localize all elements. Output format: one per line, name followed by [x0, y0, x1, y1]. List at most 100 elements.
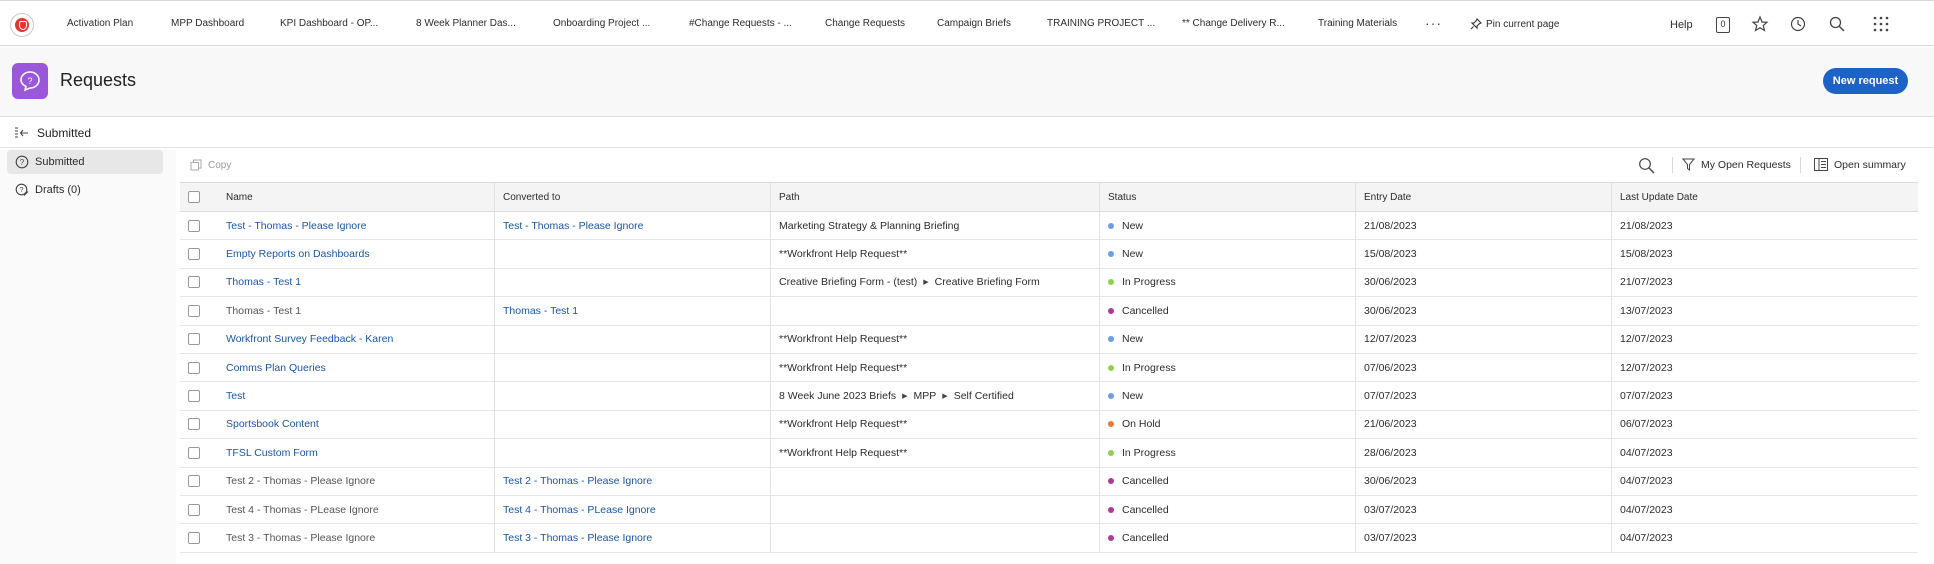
request-name[interactable]: Test - Thomas - Please Ignore — [226, 220, 366, 232]
cell-path — [770, 467, 1099, 495]
path-segment: 8 Week June 2023 Briefs — [779, 390, 897, 403]
column-header-entry-date[interactable]: Entry Date — [1355, 183, 1611, 211]
workfront-logo-icon[interactable] — [10, 13, 34, 37]
column-header-converted-to[interactable]: Converted to — [494, 183, 770, 211]
converted-to-link[interactable]: Thomas - Test 1 — [503, 305, 578, 317]
cell-name[interactable]: Workfront Survey Feedback - Karen — [218, 326, 494, 353]
column-header-last-update-date[interactable]: Last Update Date — [1611, 183, 1918, 211]
collapse-panel-icon[interactable] — [14, 127, 30, 139]
pin-current-page-button[interactable]: Pin current page — [1470, 18, 1559, 30]
search-icon[interactable] — [1828, 15, 1846, 33]
nav-item-onboarding-project[interactable]: Onboarding Project ... — [553, 18, 650, 29]
more-nav-button[interactable]: ··· — [1425, 15, 1442, 31]
requests-table: Name Converted to Path Status Entry Date… — [180, 182, 1918, 553]
row-checkbox[interactable] — [188, 361, 200, 374]
row-checkbox[interactable] — [188, 475, 200, 488]
row-checkbox[interactable] — [188, 276, 200, 289]
table-row[interactable]: Test 3 - Thomas - Please Ignore Test 3 - … — [180, 524, 1918, 553]
table-row[interactable]: Thomas - Test 1 Thomas - Test 1 Cancelled 3… — [180, 297, 1918, 326]
cell-name[interactable]: TFSL Custom Form — [218, 439, 494, 466]
cell-name[interactable]: Test - Thomas - Please Ignore — [218, 212, 494, 239]
table-row[interactable]: Empty Reports on Dashboards **Workfront H… — [180, 240, 1918, 269]
table-row[interactable]: Test 8 Week June 2023 Briefs ▶ MPP ▶ Self Cer… — [180, 382, 1918, 411]
cell-converted-to[interactable]: Test 3 - Thomas - Please Ignore — [494, 524, 770, 552]
row-checkbox[interactable] — [188, 304, 200, 317]
history-icon[interactable] — [1789, 15, 1807, 33]
top-nav: Activation Plan MPP Dashboard KPI Dashbo… — [0, 0, 1934, 46]
column-header-status[interactable]: Status — [1099, 183, 1355, 211]
nav-item-change-delivery[interactable]: ** Change Delivery R... — [1182, 18, 1285, 29]
nav-item-kpi-dashboard[interactable]: KPI Dashboard - OP... — [280, 18, 378, 29]
cell-converted-to[interactable]: Test - Thomas - Please Ignore — [494, 212, 770, 240]
app-grid-icon[interactable] — [1872, 15, 1890, 33]
open-summary-label: Open summary — [1834, 158, 1906, 171]
request-name[interactable]: Comms Plan Queries — [226, 362, 326, 374]
cell-converted-to[interactable]: Thomas - Test 1 — [494, 297, 770, 325]
cell-name[interactable]: Test — [218, 382, 494, 409]
table-row[interactable]: Comms Plan Queries **Workfront Help Reque… — [180, 353, 1918, 383]
row-checkbox[interactable] — [188, 219, 200, 232]
nav-item-training-materials[interactable]: Training Materials — [1318, 18, 1397, 29]
table-row[interactable]: Thomas - Test 1 Creative Briefing Form - … — [180, 268, 1918, 298]
row-checkbox[interactable] — [188, 248, 200, 261]
toolbar-divider — [1672, 157, 1673, 173]
cell-path — [770, 297, 1099, 325]
cell-converted-to[interactable]: Test 4 - Thomas - PLease Ignore — [494, 495, 770, 524]
request-name[interactable]: Thomas - Test 1 — [226, 276, 301, 288]
row-checkbox[interactable] — [188, 531, 200, 544]
column-header-path[interactable]: Path — [770, 183, 1099, 211]
nav-item-8-week-planner[interactable]: 8 Week Planner Das... — [416, 18, 516, 29]
converted-to-link[interactable]: Test - Thomas - Please Ignore — [503, 220, 643, 232]
row-select-cell — [180, 468, 218, 495]
select-all-checkbox[interactable] — [188, 191, 200, 203]
nav-item-training-project[interactable]: TRAINING PROJECT ... — [1047, 18, 1155, 29]
table-row[interactable]: Workfront Survey Feedback - Karen **Workf… — [180, 325, 1918, 354]
row-checkbox[interactable] — [188, 503, 200, 516]
new-request-button[interactable]: New request — [1823, 68, 1908, 94]
table-row[interactable]: Test 2 - Thomas - Please Ignore Test 2 - … — [180, 467, 1918, 496]
cell-converted-to — [494, 410, 770, 439]
table-row[interactable]: Test - Thomas - Please Ignore Test - Thom… — [180, 212, 1918, 241]
table-row[interactable]: Sportsbook Content **Workfront Help Reque… — [180, 410, 1918, 440]
my-open-requests-filter[interactable]: My Open Requests — [1682, 158, 1791, 171]
sidebar-item-label: Drafts (0) — [35, 184, 81, 196]
request-name[interactable]: Sportsbook Content — [226, 418, 319, 430]
toolbar-divider — [1800, 157, 1801, 173]
notifications-count-icon[interactable]: 0 — [1716, 17, 1730, 33]
sidebar-item-drafts[interactable]: ? Drafts (0) — [7, 178, 163, 202]
nav-item-campaign-briefs[interactable]: Campaign Briefs — [937, 18, 1011, 29]
table-row[interactable]: TFSL Custom Form **Workfront Help Request… — [180, 439, 1918, 468]
row-checkbox[interactable] — [188, 446, 200, 459]
request-name[interactable]: Test — [226, 390, 245, 402]
converted-to-link[interactable]: Test 2 - Thomas - Please Ignore — [503, 475, 652, 487]
cell-entry-date: 30/06/2023 — [1355, 297, 1611, 325]
column-header-name[interactable]: Name — [218, 183, 494, 211]
cell-name[interactable]: Empty Reports on Dashboards — [218, 240, 494, 267]
star-icon[interactable] — [1751, 15, 1769, 33]
filter-icon — [1682, 158, 1695, 171]
open-summary-button[interactable]: Open summary — [1814, 158, 1906, 171]
row-checkbox[interactable] — [188, 333, 200, 346]
cell-name[interactable]: Comms Plan Queries — [218, 354, 494, 381]
converted-to-link[interactable]: Test 4 - Thomas - PLease Ignore — [503, 504, 656, 516]
nav-item-mpp-dashboard[interactable]: MPP Dashboard — [171, 18, 244, 29]
row-checkbox[interactable] — [188, 418, 200, 431]
request-name[interactable]: TFSL Custom Form — [226, 447, 318, 459]
cell-status: New — [1099, 382, 1355, 410]
nav-item-change-requests-hash[interactable]: #Change Requests - ... — [689, 18, 792, 29]
row-checkbox[interactable] — [188, 390, 200, 403]
help-link[interactable]: Help — [1670, 19, 1693, 31]
cell-name[interactable]: Thomas - Test 1 — [218, 269, 494, 296]
request-name[interactable]: Workfront Survey Feedback - Karen — [226, 333, 393, 345]
request-name[interactable]: Empty Reports on Dashboards — [226, 248, 370, 260]
copy-button[interactable]: Copy — [190, 159, 231, 171]
nav-item-activation-plan[interactable]: Activation Plan — [67, 18, 133, 29]
nav-item-change-requests[interactable]: Change Requests — [825, 18, 905, 29]
table-row[interactable]: Test 4 - Thomas - PLease Ignore Test 4 - … — [180, 495, 1918, 525]
table-search-icon[interactable] — [1638, 157, 1656, 174]
status-dot-icon — [1108, 393, 1114, 400]
cell-name[interactable]: Sportsbook Content — [218, 411, 494, 438]
sidebar-item-submitted[interactable]: ? Submitted — [7, 150, 163, 174]
converted-to-link[interactable]: Test 3 - Thomas - Please Ignore — [503, 532, 652, 544]
cell-converted-to[interactable]: Test 2 - Thomas - Please Ignore — [494, 467, 770, 495]
